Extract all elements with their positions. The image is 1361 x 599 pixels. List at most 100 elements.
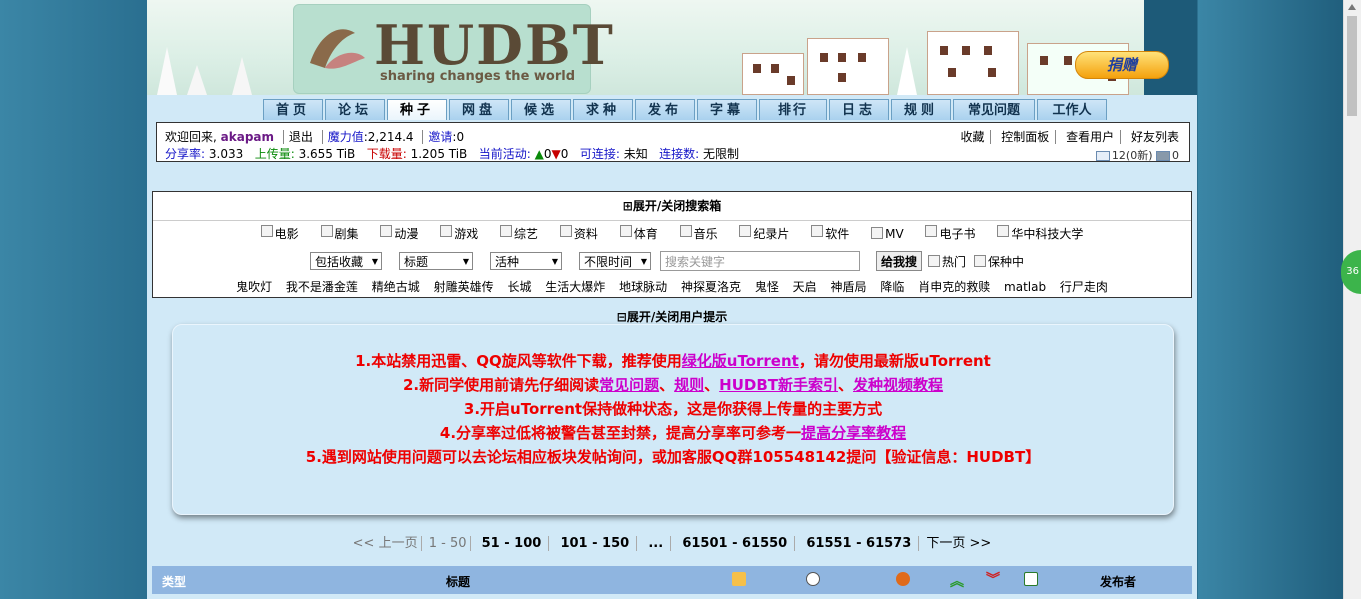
checkbox[interactable] bbox=[500, 225, 513, 237]
size-icon[interactable] bbox=[896, 572, 910, 589]
seeders-icon[interactable]: ︽ bbox=[950, 571, 964, 591]
cat-variety[interactable]: 综艺 bbox=[500, 225, 538, 242]
checkbox[interactable] bbox=[619, 225, 632, 237]
clock-icon[interactable] bbox=[806, 572, 820, 589]
inbox-count[interactable]: 12(0新) bbox=[1112, 149, 1153, 162]
keyword-link[interactable]: 神盾局 bbox=[831, 280, 867, 294]
site-logo[interactable]: HUDBT sharing changes the world bbox=[293, 4, 613, 94]
col-uploader[interactable]: 发布者 bbox=[1100, 573, 1136, 590]
tip-link[interactable]: 绿化版uTorrent bbox=[682, 352, 799, 370]
col-type[interactable]: 类型 bbox=[162, 573, 186, 590]
keyword-link[interactable]: 地球脉动 bbox=[619, 280, 667, 294]
checkbox[interactable] bbox=[811, 225, 824, 237]
hot-checkbox[interactable] bbox=[928, 255, 941, 267]
tip-link[interactable]: 常见问题 bbox=[599, 376, 659, 394]
cat-hust[interactable]: 华中科技大学 bbox=[997, 225, 1083, 242]
checkbox[interactable] bbox=[320, 225, 333, 237]
keyword-link[interactable]: 鬼怪 bbox=[755, 280, 779, 294]
view-users-link[interactable]: 查看用户 bbox=[1066, 130, 1114, 144]
tip-link[interactable]: 提高分享率教程 bbox=[801, 424, 906, 442]
sent-count[interactable]: 0 bbox=[1172, 149, 1179, 162]
inbox-icon[interactable] bbox=[1095, 151, 1110, 161]
checkbox[interactable] bbox=[559, 225, 572, 237]
keyword-link[interactable]: 降临 bbox=[880, 280, 904, 294]
cat-software[interactable]: 软件 bbox=[811, 225, 849, 242]
cat-ebook[interactable]: 电子书 bbox=[925, 225, 976, 242]
cat-anime[interactable]: 动漫 bbox=[380, 225, 418, 242]
tab-torrents[interactable]: 种子 bbox=[387, 99, 447, 120]
tab-log[interactable]: 日志 bbox=[829, 99, 889, 120]
keyword-link[interactable]: 精绝古城 bbox=[372, 280, 420, 294]
tip-link[interactable]: 发种视频教程 bbox=[853, 376, 943, 394]
donate-button[interactable]: 捐赠 bbox=[1075, 51, 1169, 79]
scroll-thumb[interactable] bbox=[1347, 16, 1357, 116]
tab-faq[interactable]: 常见问题 bbox=[953, 99, 1035, 120]
keyword-link[interactable]: 生活大爆炸 bbox=[545, 280, 605, 294]
keyword-link[interactable]: 鬼吹灯 bbox=[236, 280, 272, 294]
keyword-link[interactable]: 肖申克的救赎 bbox=[918, 280, 990, 294]
checkbox[interactable] bbox=[739, 225, 752, 237]
tip-link[interactable]: HUDBT新手索引 bbox=[719, 376, 838, 394]
cat-tv[interactable]: 剧集 bbox=[320, 225, 359, 242]
tab-candidates[interactable]: 候选 bbox=[511, 99, 571, 120]
tip-link[interactable]: 规则 bbox=[674, 376, 704, 394]
cat-mv[interactable]: MV bbox=[871, 227, 904, 241]
username-link[interactable]: akapam bbox=[221, 130, 274, 144]
friends-link[interactable]: 好友列表 bbox=[1131, 130, 1179, 144]
scrollbar[interactable] bbox=[1343, 0, 1361, 599]
time-select[interactable]: 不限时间 bbox=[579, 252, 651, 271]
col-title[interactable]: 标题 bbox=[446, 573, 470, 590]
tab-home[interactable]: 首页 bbox=[263, 99, 323, 120]
search-input[interactable]: 搜索关键字 bbox=[660, 251, 860, 271]
keyword-link[interactable]: 神探夏洛克 bbox=[681, 280, 741, 294]
keyword-link[interactable]: 射雕英雄传 bbox=[434, 280, 494, 294]
keyword-link[interactable]: matlab bbox=[1004, 280, 1046, 294]
magic-label[interactable]: 魔力值 bbox=[328, 130, 364, 144]
checkbox[interactable] bbox=[997, 225, 1010, 237]
checkbox[interactable] bbox=[925, 225, 938, 237]
tab-requests[interactable]: 求种 bbox=[573, 99, 633, 120]
search-toggle[interactable]: ⊞展开/关闭搜索箱 bbox=[153, 192, 1191, 221]
cat-sports[interactable]: 体育 bbox=[619, 225, 658, 242]
tab-staff[interactable]: 工作人员 bbox=[1037, 99, 1107, 139]
cat-documentary[interactable]: 纪录片 bbox=[739, 225, 789, 242]
logout-link[interactable]: 退出 bbox=[289, 130, 313, 144]
keyword-link[interactable]: 我不是潘金莲 bbox=[286, 280, 358, 294]
page-link[interactable]: 101 - 150 bbox=[560, 536, 629, 551]
tab-netdisk[interactable]: 网盘 bbox=[449, 99, 509, 120]
invite-label[interactable]: 邀请 bbox=[428, 130, 452, 144]
tab-upload[interactable]: 发布 bbox=[635, 99, 695, 120]
tab-subtitles[interactable]: 字幕 bbox=[697, 99, 757, 120]
search-button[interactable]: 给我搜 bbox=[876, 251, 923, 271]
next-page-link[interactable]: 下一页 >> bbox=[926, 536, 991, 551]
tab-forum[interactable]: 论坛 bbox=[325, 99, 385, 120]
bookmark-select[interactable]: 包括收藏 bbox=[310, 252, 382, 271]
prev-page-link[interactable]: << 上一页 bbox=[353, 536, 418, 551]
keyword-link[interactable]: 行尸走肉 bbox=[1060, 280, 1108, 294]
tips-toggle[interactable]: ⊟展开/关闭用户提示 bbox=[147, 308, 1197, 325]
checkbox[interactable] bbox=[679, 225, 692, 237]
checkbox[interactable] bbox=[871, 227, 884, 239]
status-select[interactable]: 活种 bbox=[490, 252, 562, 271]
page-link[interactable]: 61551 - 61573 bbox=[806, 536, 911, 551]
cat-music[interactable]: 音乐 bbox=[679, 225, 718, 242]
tab-rules[interactable]: 规则 bbox=[891, 99, 951, 120]
page-link[interactable]: 61501 - 61550 bbox=[682, 536, 787, 551]
cat-materials[interactable]: 资料 bbox=[559, 225, 598, 242]
cat-game[interactable]: 游戏 bbox=[440, 225, 478, 242]
control-panel-link[interactable]: 控制面板 bbox=[1001, 130, 1049, 144]
tab-rankings[interactable]: 排行榜 bbox=[759, 99, 827, 139]
keyword-link[interactable]: 天启 bbox=[793, 280, 817, 294]
sent-icon[interactable] bbox=[1156, 151, 1170, 161]
bookmarks-link[interactable]: 收藏 bbox=[960, 130, 984, 144]
keyword-link[interactable]: 长城 bbox=[507, 280, 531, 294]
page-link[interactable]: 51 - 100 bbox=[482, 536, 542, 551]
field-select[interactable]: 标题 bbox=[399, 252, 473, 271]
checkbox[interactable] bbox=[380, 225, 393, 237]
checkbox[interactable] bbox=[440, 225, 453, 237]
scroll-up-icon[interactable] bbox=[1348, 4, 1356, 10]
seeding-checkbox[interactable] bbox=[974, 255, 987, 267]
checkbox[interactable] bbox=[260, 225, 273, 237]
leechers-icon[interactable]: ︾ bbox=[986, 569, 1000, 589]
cat-movie[interactable]: 电影 bbox=[260, 225, 299, 242]
